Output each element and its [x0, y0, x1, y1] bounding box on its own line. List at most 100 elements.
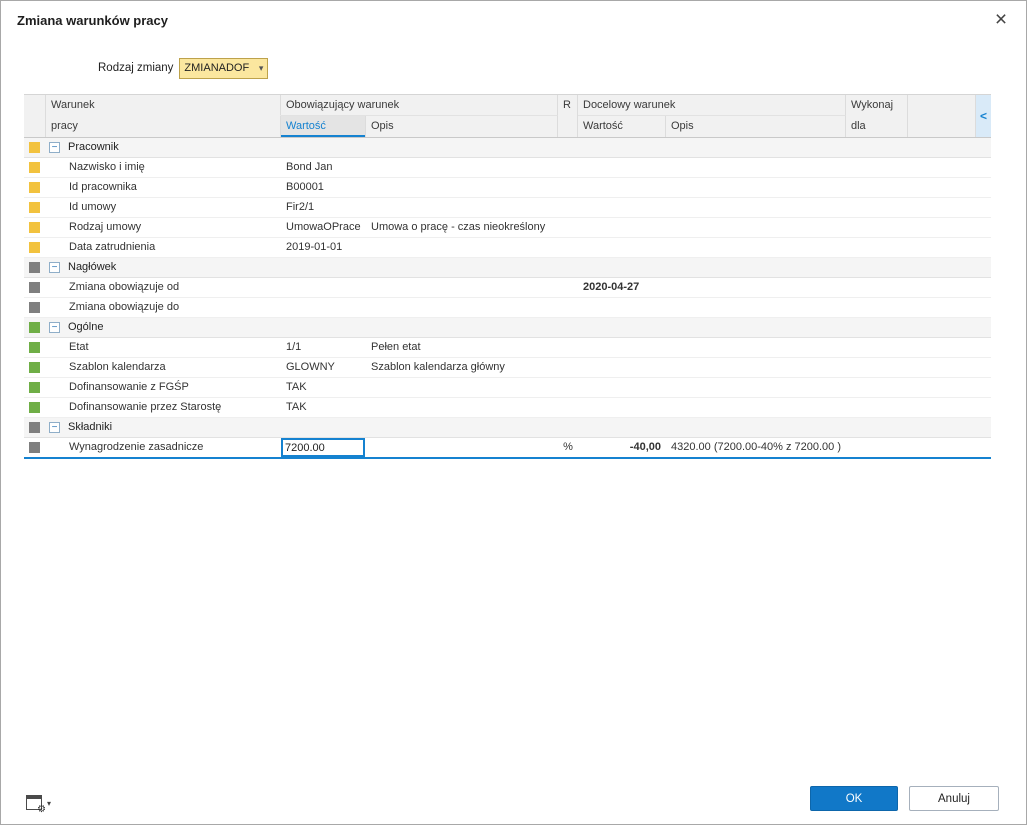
- r-cell: %: [563, 441, 573, 453]
- header-current-desc[interactable]: Opis: [366, 116, 558, 137]
- row-label: Wynagrodzenie zasadnicze: [69, 441, 204, 453]
- header-target-desc[interactable]: Opis: [666, 116, 846, 137]
- change-type-label: Rodzaj zmiany: [98, 62, 174, 74]
- header-r[interactable]: R: [558, 95, 578, 116]
- table-row[interactable]: Rodzaj umowy UmowaOPrace Umowa o pracę - c…: [24, 218, 991, 238]
- extra-cell: [908, 178, 976, 197]
- table-row[interactable]: Szablon kalendarza GLOWNY Szablon kalendar…: [24, 358, 991, 378]
- header-extra-sub: [908, 116, 976, 137]
- extra-cell: [908, 238, 976, 257]
- row-color-cell: [24, 358, 46, 377]
- table-row[interactable]: Data zatrudnienia 2019-01-01: [24, 238, 991, 258]
- current-value-cell: 2019-01-01: [286, 241, 343, 253]
- header-pracy[interactable]: pracy: [46, 116, 281, 137]
- table-row[interactable]: Dofinansowanie przez Starostę TAK: [24, 398, 991, 418]
- current-desc-cell: [366, 378, 558, 397]
- row-color-square: [29, 202, 40, 213]
- row-color-square: [29, 342, 40, 353]
- current-value-editor[interactable]: [281, 438, 365, 457]
- header-target-group[interactable]: Docelowy warunek: [578, 95, 846, 116]
- group-row[interactable]: − Nagłówek: [24, 258, 991, 278]
- current-value-cell: TAK: [286, 381, 307, 393]
- extra-cell: [908, 198, 976, 217]
- target-desc-cell: [666, 278, 846, 297]
- execute-for-cell: [846, 178, 908, 197]
- r-cell: [558, 398, 578, 417]
- row-color-square: [29, 442, 40, 453]
- current-value-cell: B00001: [286, 181, 324, 193]
- current-desc-cell: [366, 158, 558, 177]
- header-execute-sub[interactable]: dla: [846, 116, 908, 137]
- group-row[interactable]: − Ogólne: [24, 318, 991, 338]
- row-color-cell: [24, 138, 46, 157]
- header-target-value[interactable]: Wartość: [578, 116, 666, 137]
- table-row[interactable]: Id pracownika B00001: [24, 178, 991, 198]
- header-current-group[interactable]: Obowiązujący warunek: [281, 95, 558, 116]
- r-cell: [558, 278, 578, 297]
- collapse-minus-icon[interactable]: −: [49, 422, 60, 433]
- row-color-cell: [24, 438, 46, 457]
- row-color-cell: [24, 298, 46, 317]
- header-execute[interactable]: Wykonaj: [846, 95, 908, 116]
- current-desc-cell: [366, 298, 558, 317]
- change-type-row: Rodzaj zmiany ZMIANADOF ▾: [98, 57, 269, 79]
- row-label: Szablon kalendarza: [69, 361, 166, 373]
- row-color-square: [29, 322, 40, 333]
- extra-cell: [908, 398, 976, 417]
- execute-for-cell: [846, 338, 908, 357]
- scroll-cell: [976, 438, 991, 457]
- scroll-cell: [976, 238, 991, 257]
- row-label: Etat: [69, 341, 89, 353]
- collapse-minus-icon[interactable]: −: [49, 322, 60, 333]
- change-type-dropdown[interactable]: ZMIANADOF ▾: [179, 57, 269, 79]
- group-label-cell: − Pracownik: [46, 138, 991, 157]
- table-row[interactable]: Id umowy Fir2/1: [24, 198, 991, 218]
- header-current-value[interactable]: Wartość: [281, 116, 366, 137]
- table-row[interactable]: Etat 1/1 Pełen etat: [24, 338, 991, 358]
- current-value-cell: Fir2/1: [286, 201, 315, 213]
- scroll-cell: [976, 278, 991, 297]
- scroll-cell: [976, 158, 991, 177]
- group-name: Pracownik: [68, 141, 119, 153]
- cancel-button[interactable]: Anuluj: [909, 786, 999, 811]
- row-color-square: [29, 302, 40, 313]
- table-row[interactable]: Zmiana obowiązuje od 2020-04-27: [24, 278, 991, 298]
- current-desc-cell: Szablon kalendarza główny: [371, 361, 505, 373]
- execute-for-cell: [846, 378, 908, 397]
- grid-settings-icon: ⚙: [26, 795, 46, 815]
- execute-for-cell: [846, 218, 908, 237]
- target-value-cell: -40,00: [629, 441, 661, 453]
- extra-cell: [908, 298, 976, 317]
- collapse-minus-icon[interactable]: −: [49, 262, 60, 273]
- r-cell: [558, 178, 578, 197]
- table-row[interactable]: Dofinansowanie z FGŚP TAK: [24, 378, 991, 398]
- group-row[interactable]: − Składniki: [24, 418, 991, 438]
- target-desc-cell: [666, 378, 846, 397]
- header-r-sub: [558, 116, 578, 137]
- current-desc-cell: [366, 278, 558, 297]
- row-label: Zmiana obowiązuje od: [69, 281, 180, 293]
- target-desc-cell: [666, 338, 846, 357]
- ok-button[interactable]: OK: [810, 786, 898, 811]
- row-color-square: [29, 362, 40, 373]
- row-label: Rodzaj umowy: [69, 221, 142, 233]
- row-color-square: [29, 422, 40, 433]
- table-row[interactable]: Nazwisko i imię Bond Jan: [24, 158, 991, 178]
- row-color-cell: [24, 278, 46, 297]
- current-value-cell: Bond Jan: [286, 161, 333, 173]
- table-row[interactable]: Wynagrodzenie zasadnicze% -40,00 4320.00 (…: [24, 438, 991, 459]
- header-extra: [908, 95, 976, 116]
- grid-settings-button[interactable]: ⚙ ▾: [26, 795, 51, 815]
- table-row[interactable]: Zmiana obowiązuje do: [24, 298, 991, 318]
- row-color-square: [29, 382, 40, 393]
- target-value-cell: [578, 378, 666, 397]
- collapse-minus-icon[interactable]: −: [49, 142, 60, 153]
- row-color-square: [29, 402, 40, 413]
- row-color-cell: [24, 338, 46, 357]
- collapse-panel-button[interactable]: <: [976, 95, 991, 137]
- current-value-cell: [281, 298, 366, 317]
- header-warunek[interactable]: Warunek: [46, 95, 281, 116]
- r-cell: [558, 198, 578, 217]
- group-row[interactable]: − Pracownik: [24, 138, 991, 158]
- close-icon[interactable]: ×: [988, 7, 1014, 33]
